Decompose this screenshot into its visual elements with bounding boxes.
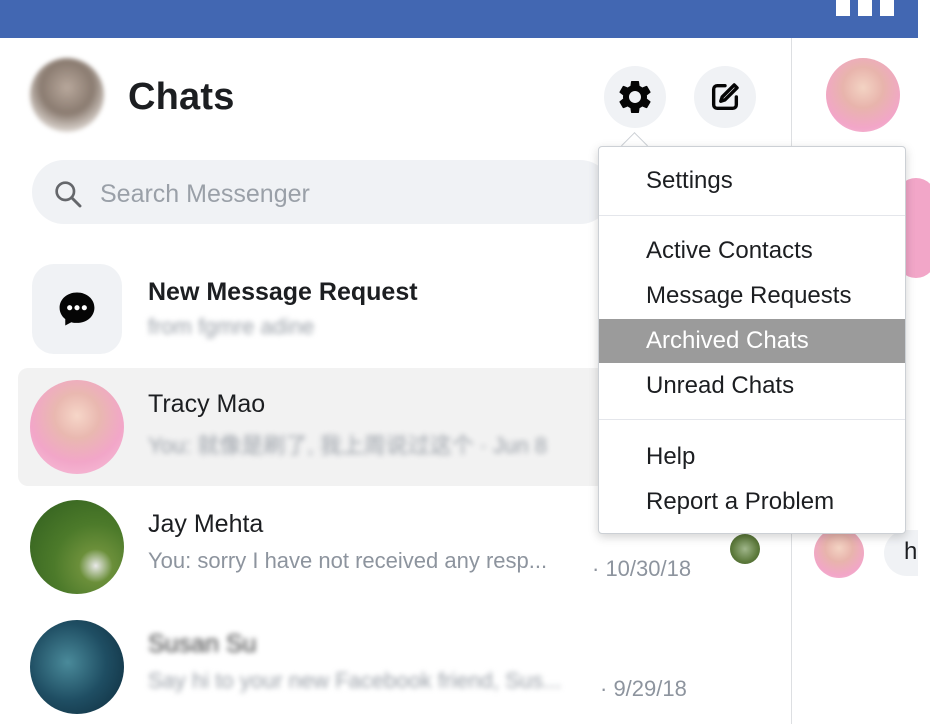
topbar-icons[interactable]: [836, 0, 906, 20]
conversation-date: · 10/30/18: [592, 556, 692, 581]
conversation-preview: from fgmre adine: [148, 314, 315, 339]
menu-item-unread-chats[interactable]: Unread Chats: [599, 364, 905, 408]
menu-item-report-a-problem[interactable]: Report a Problem: [599, 480, 905, 524]
message-request-row[interactable]: New Message Request from fgmre adine: [18, 258, 618, 376]
conversation-row-tracy[interactable]: Tracy Mao You: 就像是刷了, 我上周说过这个 · Jun 8: [18, 368, 618, 486]
conversation-date: · 9/29/18: [600, 676, 687, 701]
menu-item-help[interactable]: Help: [599, 435, 905, 479]
menu-item-active-contacts[interactable]: Active Contacts: [599, 229, 905, 273]
top-nav-bar: [0, 0, 918, 38]
message-sender-avatar: [814, 528, 864, 578]
search-icon: [55, 181, 82, 208]
menu-item-archived-chats[interactable]: Archived Chats: [599, 319, 905, 363]
avatar: [30, 620, 124, 714]
conversation-row-susan[interactable]: Susan Su Say hi to your new Facebook fri…: [18, 608, 687, 726]
menu-divider: [599, 215, 905, 216]
settings-button[interactable]: [604, 66, 666, 128]
read-receipt-avatar: [730, 534, 760, 564]
search-input[interactable]: [98, 174, 582, 214]
gear-icon: [619, 80, 651, 113]
page-title: Chats: [128, 76, 235, 118]
conversation-name: Susan Su: [148, 630, 257, 658]
conversation-row-jay[interactable]: Jay Mehta You: sorry I have not received…: [18, 488, 691, 606]
conversation-preview: Say hi to your new Facebook friend, Sus.…: [148, 668, 562, 693]
menu-item-message-requests[interactable]: Message Requests: [599, 274, 905, 318]
message-text: h: [904, 538, 918, 565]
message-bubble: h: [884, 530, 918, 576]
window-edge: [918, 0, 930, 724]
menu-item-settings[interactable]: Settings: [599, 159, 905, 203]
conversation-name: Tracy Mao: [148, 390, 266, 418]
compose-icon: [711, 83, 739, 111]
avatar: [30, 380, 124, 474]
conversation-name: New Message Request: [148, 278, 418, 306]
avatar: [30, 500, 124, 594]
conversation-preview: You: sorry I have not received any resp.…: [148, 548, 548, 573]
conversation-name: Jay Mehta: [148, 510, 264, 538]
conversation-header-avatar[interactable]: [826, 58, 900, 132]
compose-button[interactable]: [694, 66, 756, 128]
menu-divider: [599, 419, 905, 420]
settings-dropdown-menu: Settings Active Contacts Message Request…: [598, 146, 906, 534]
profile-avatar[interactable]: [30, 58, 104, 132]
chat-bubble-icon: [59, 292, 95, 326]
message-request-icon-tile: [32, 264, 122, 354]
conversation-preview: You: 就像是刷了, 我上周说过这个 · Jun 8: [148, 433, 547, 458]
